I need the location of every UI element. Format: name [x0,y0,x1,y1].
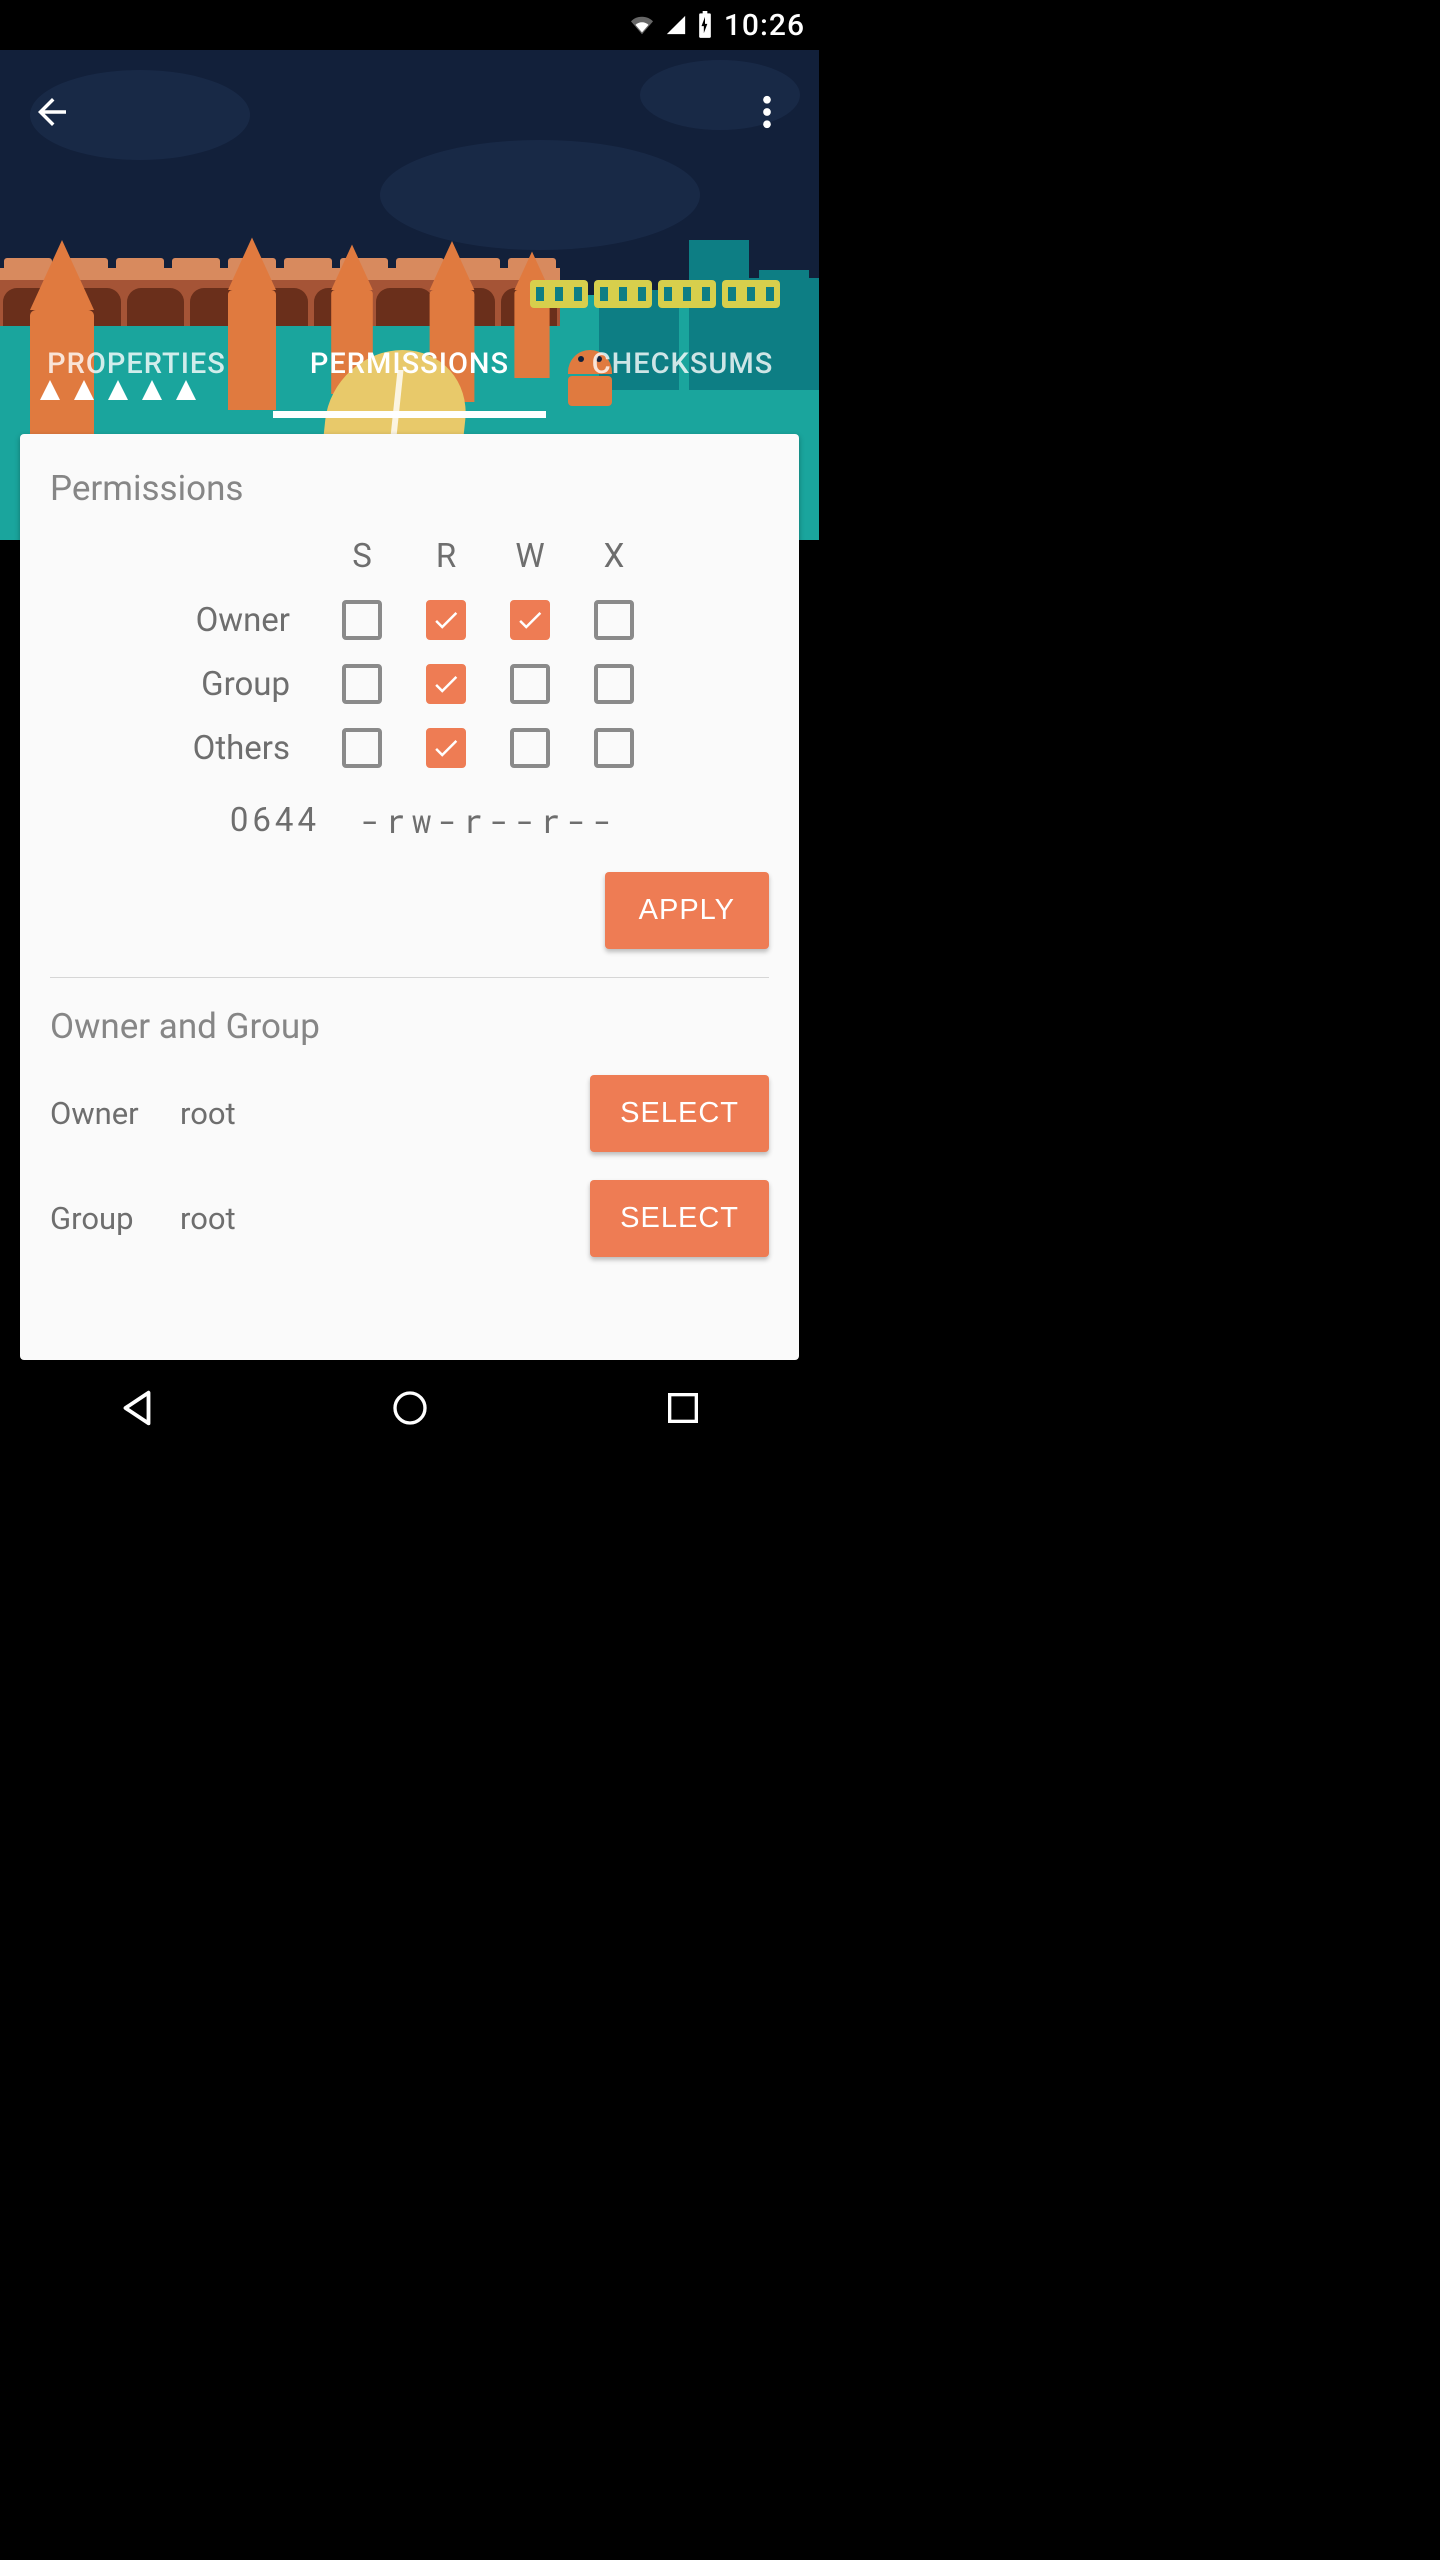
select-button-label: SELECT [620,1202,739,1234]
system-nav-bar [0,1360,819,1456]
app-bar [0,62,819,162]
perm-others-w-checkbox[interactable] [510,728,550,768]
nav-recents-icon [663,1388,703,1428]
tab-checksums[interactable]: CHECKSUMS [546,310,819,418]
wifi-icon [628,14,656,36]
permissions-octal: 0644 [50,801,360,840]
owner-row: Owner root SELECT [50,1075,769,1152]
perm-others-s-checkbox[interactable] [342,728,382,768]
owner-label: Owner [50,1095,180,1132]
apply-button-label: APPLY [639,894,735,926]
group-row: Group root SELECT [50,1180,769,1257]
tab-label: CHECKSUMS [592,347,774,381]
select-button-label: SELECT [620,1097,739,1129]
perm-group-w-checkbox[interactable] [510,664,550,704]
content-card: Permissions S R W X Owner Group Others 0… [20,434,799,1360]
nav-back-icon [114,1385,160,1431]
divider [50,977,769,978]
perm-row-group-label: Group [201,665,320,704]
tab-label: PERMISSIONS [310,347,509,381]
perm-col-s: S [352,537,372,576]
tab-label: PROPERTIES [47,347,226,381]
permissions-mode-row: 0644 -rw-r--r-- [50,798,769,842]
nav-back-button[interactable] [77,1378,197,1438]
perm-owner-x-checkbox[interactable] [594,600,634,640]
permissions-symbolic: -rw-r--r-- [360,798,618,842]
arrow-back-icon [31,91,73,133]
back-button[interactable] [24,84,80,140]
perm-owner-w-checkbox[interactable] [510,600,550,640]
perm-col-r: R [436,537,456,576]
perm-owner-s-checkbox[interactable] [342,600,382,640]
section-title-owner-group: Owner and Group [50,1006,769,1047]
perm-owner-r-checkbox[interactable] [426,600,466,640]
section-title-permissions: Permissions [50,468,769,509]
perm-others-x-checkbox[interactable] [594,728,634,768]
more-vert-icon [746,91,788,133]
overflow-menu-button[interactable] [739,84,795,140]
tab-properties[interactable]: PROPERTIES [0,310,273,418]
tab-permissions[interactable]: PERMISSIONS [273,310,546,418]
perm-col-w: W [515,537,544,576]
nav-recents-button[interactable] [623,1378,743,1438]
perm-group-s-checkbox[interactable] [342,664,382,704]
group-value: root [180,1200,590,1237]
owner-value: root [180,1095,590,1132]
battery-charging-icon [696,11,714,39]
perm-others-r-checkbox[interactable] [426,728,466,768]
perm-col-x: X [604,537,625,576]
nav-home-button[interactable] [350,1378,470,1438]
nav-home-icon [390,1388,430,1428]
select-owner-button[interactable]: SELECT [590,1075,769,1152]
cellular-icon [664,14,688,36]
perm-group-x-checkbox[interactable] [594,664,634,704]
tab-bar: PROPERTIES PERMISSIONS CHECKSUMS [0,310,819,418]
device-screen: 10:26 PROPERTIES PERMISSIONS [0,0,819,1456]
status-time: 10:26 [724,8,805,43]
apply-button[interactable]: APPLY [605,872,769,949]
select-group-button[interactable]: SELECT [590,1180,769,1257]
perm-row-others-label: Others [193,729,320,768]
perm-group-r-checkbox[interactable] [426,664,466,704]
group-label: Group [50,1200,180,1237]
perm-row-owner-label: Owner [196,601,320,640]
status-bar: 10:26 [0,0,819,50]
permissions-grid: S R W X Owner Group Others [50,537,769,768]
